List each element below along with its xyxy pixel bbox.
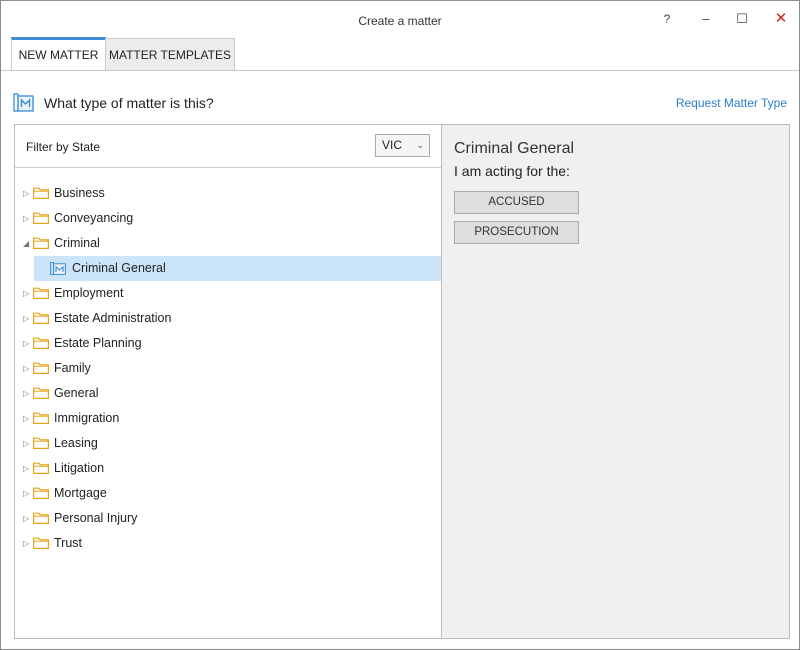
folder-icon [33,437,49,449]
tree-item-label: General [54,386,99,400]
tree-item[interactable]: ◢ Criminal [15,231,441,256]
request-matter-type-link[interactable]: Request Matter Type [676,96,787,110]
tree-item[interactable]: ▷ Leasing [15,431,441,456]
folder-icon [33,237,49,249]
tab-divider [1,70,799,71]
folder-icon [33,362,49,374]
selected-matter-title: Criminal General [454,140,575,157]
collapsed-arrow-icon[interactable]: ▷ [23,356,29,381]
matter-type-question: What type of matter is this? [44,95,214,111]
matter-type-tree-pane: Filter by State VIC ⌄ ▷ Business ▷ Conveyan… [15,125,442,638]
state-select-value: VIC [382,138,403,152]
acting-for-label: I am acting for the: [454,163,570,179]
tree-item-label: Trust [54,536,83,550]
state-filter-bar: Filter by State VIC ⌄ [15,125,441,168]
tree-item-label: Estate Administration [54,311,172,325]
matter-icon [13,93,34,112]
tree-item[interactable]: ▷ Estate Administration [15,306,441,331]
prosecution-button[interactable]: PROSECUTION [454,221,579,244]
tree-item-label: Litigation [54,461,105,475]
collapsed-arrow-icon[interactable]: ▷ [23,481,29,506]
tree-item-label: Employment [54,286,124,300]
folder-icon [33,337,49,349]
collapsed-arrow-icon[interactable]: ▷ [23,381,29,406]
maximize-button[interactable]: ☐ [724,1,760,37]
collapsed-arrow-icon[interactable]: ▷ [23,206,29,231]
tree-item[interactable]: ▷ Immigration [15,406,441,431]
tree-item-label: Conveyancing [54,211,134,225]
tree-item-label: Personal Injury [54,511,138,525]
tree-item[interactable]: ▷ Litigation [15,456,441,481]
close-button[interactable]: ✕ [763,1,799,37]
collapsed-arrow-icon[interactable]: ▷ [23,456,29,481]
tree-item-label: Business [54,186,105,200]
matter-selection-panel: Filter by State VIC ⌄ ▷ Business ▷ Conveyan… [14,124,790,639]
collapsed-arrow-icon[interactable]: ▷ [23,331,29,356]
folder-icon [33,212,49,224]
tree-item-label: Criminal [54,236,100,250]
folder-icon [33,512,49,524]
tab-matter-templates[interactable]: MATTER TEMPLATES [105,38,235,70]
accused-button[interactable]: ACCUSED [454,191,579,214]
help-button[interactable]: ? [649,1,685,37]
folder-icon [33,312,49,324]
collapsed-arrow-icon[interactable]: ▷ [23,431,29,456]
folder-icon [33,187,49,199]
matter-type-tree: ▷ Business ▷ Conveyancing ◢ Criminal Criminal … [15,181,441,556]
folder-icon [33,387,49,399]
collapsed-arrow-icon[interactable]: ▷ [23,306,29,331]
collapsed-arrow-icon[interactable]: ▷ [23,406,29,431]
matter-icon [50,262,66,275]
tree-item-label: Immigration [54,411,120,425]
expanded-arrow-icon[interactable]: ◢ [23,231,29,256]
tab-new-matter[interactable]: NEW MATTER [11,37,106,70]
tree-item[interactable]: ▷ Conveyancing [15,206,441,231]
tree-item[interactable]: ▷ Family [15,356,441,381]
tree-item-selected[interactable]: Criminal General [34,256,441,281]
title-bar: Create a matter ? – ☐ ✕ [1,1,799,37]
folder-icon [33,412,49,424]
tree-item[interactable]: ▷ Employment [15,281,441,306]
collapsed-arrow-icon[interactable]: ▷ [23,506,29,531]
tree-item-label: Family [54,361,91,375]
tree-item-label: Estate Planning [54,336,142,350]
minimize-button[interactable]: – [688,1,724,37]
folder-icon [33,287,49,299]
matter-details-pane: Criminal General I am acting for the: AC… [442,125,789,638]
tree-item[interactable]: ▷ Mortgage [15,481,441,506]
collapsed-arrow-icon[interactable]: ▷ [23,181,29,206]
filter-by-state-label: Filter by State [26,140,101,154]
tree-item[interactable]: ▷ General [15,381,441,406]
state-select[interactable]: VIC ⌄ [375,134,430,157]
tree-item[interactable]: ▷ Trust [15,531,441,556]
collapsed-arrow-icon[interactable]: ▷ [23,531,29,556]
collapsed-arrow-icon[interactable]: ▷ [23,281,29,306]
tree-item-label: Criminal General [72,261,166,275]
folder-icon [33,487,49,499]
tree-item[interactable]: ▷ Personal Injury [15,506,441,531]
tree-item[interactable]: ▷ Estate Planning [15,331,441,356]
tree-item-label: Mortgage [54,486,107,500]
chevron-down-icon: ⌄ [416,140,424,150]
folder-icon [33,537,49,549]
tree-item[interactable]: ▷ Business [15,181,441,206]
tree-item-label: Leasing [54,436,98,450]
folder-icon [33,462,49,474]
create-matter-window: Create a matter ? – ☐ ✕ NEW MATTER MATTE… [0,0,800,650]
